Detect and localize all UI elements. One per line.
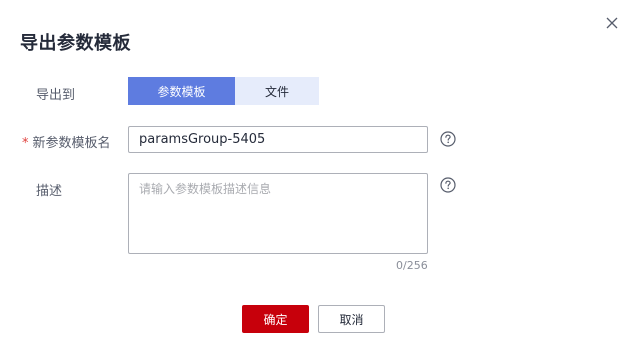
description-label: 描述 xyxy=(36,184,63,199)
segment-file[interactable]: 文件 xyxy=(235,77,319,105)
export-to-segmented-control: 参数模板 文件 xyxy=(128,77,319,105)
segment-param-template[interactable]: 参数模板 xyxy=(128,77,235,105)
cancel-button[interactable]: 取消 xyxy=(318,305,385,333)
description-textarea[interactable]: 请输入参数模板描述信息 xyxy=(128,173,428,254)
description-char-counter: 0/256 xyxy=(396,259,428,272)
template-name-input[interactable]: paramsGroup-5405 xyxy=(128,126,428,153)
export-to-label: 导出到 xyxy=(36,88,76,103)
question-circle-icon[interactable] xyxy=(440,131,456,147)
template-name-value: paramsGroup-5405 xyxy=(139,132,266,147)
close-icon[interactable] xyxy=(603,14,621,32)
description-placeholder: 请输入参数模板描述信息 xyxy=(139,182,272,196)
dialog-title: 导出参数模板 xyxy=(20,33,131,54)
question-circle-icon[interactable] xyxy=(440,177,456,193)
template-name-label: 新参数模板名 xyxy=(32,136,111,151)
template-name-label-wrap: * 新参数模板名 xyxy=(22,132,111,151)
required-mark: * xyxy=(22,136,29,151)
export-template-dialog: 导出参数模板 导出到 参数模板 文件 * 新参数模板名 paramsGroup-5… xyxy=(0,0,631,356)
confirm-button[interactable]: 确定 xyxy=(242,305,309,333)
